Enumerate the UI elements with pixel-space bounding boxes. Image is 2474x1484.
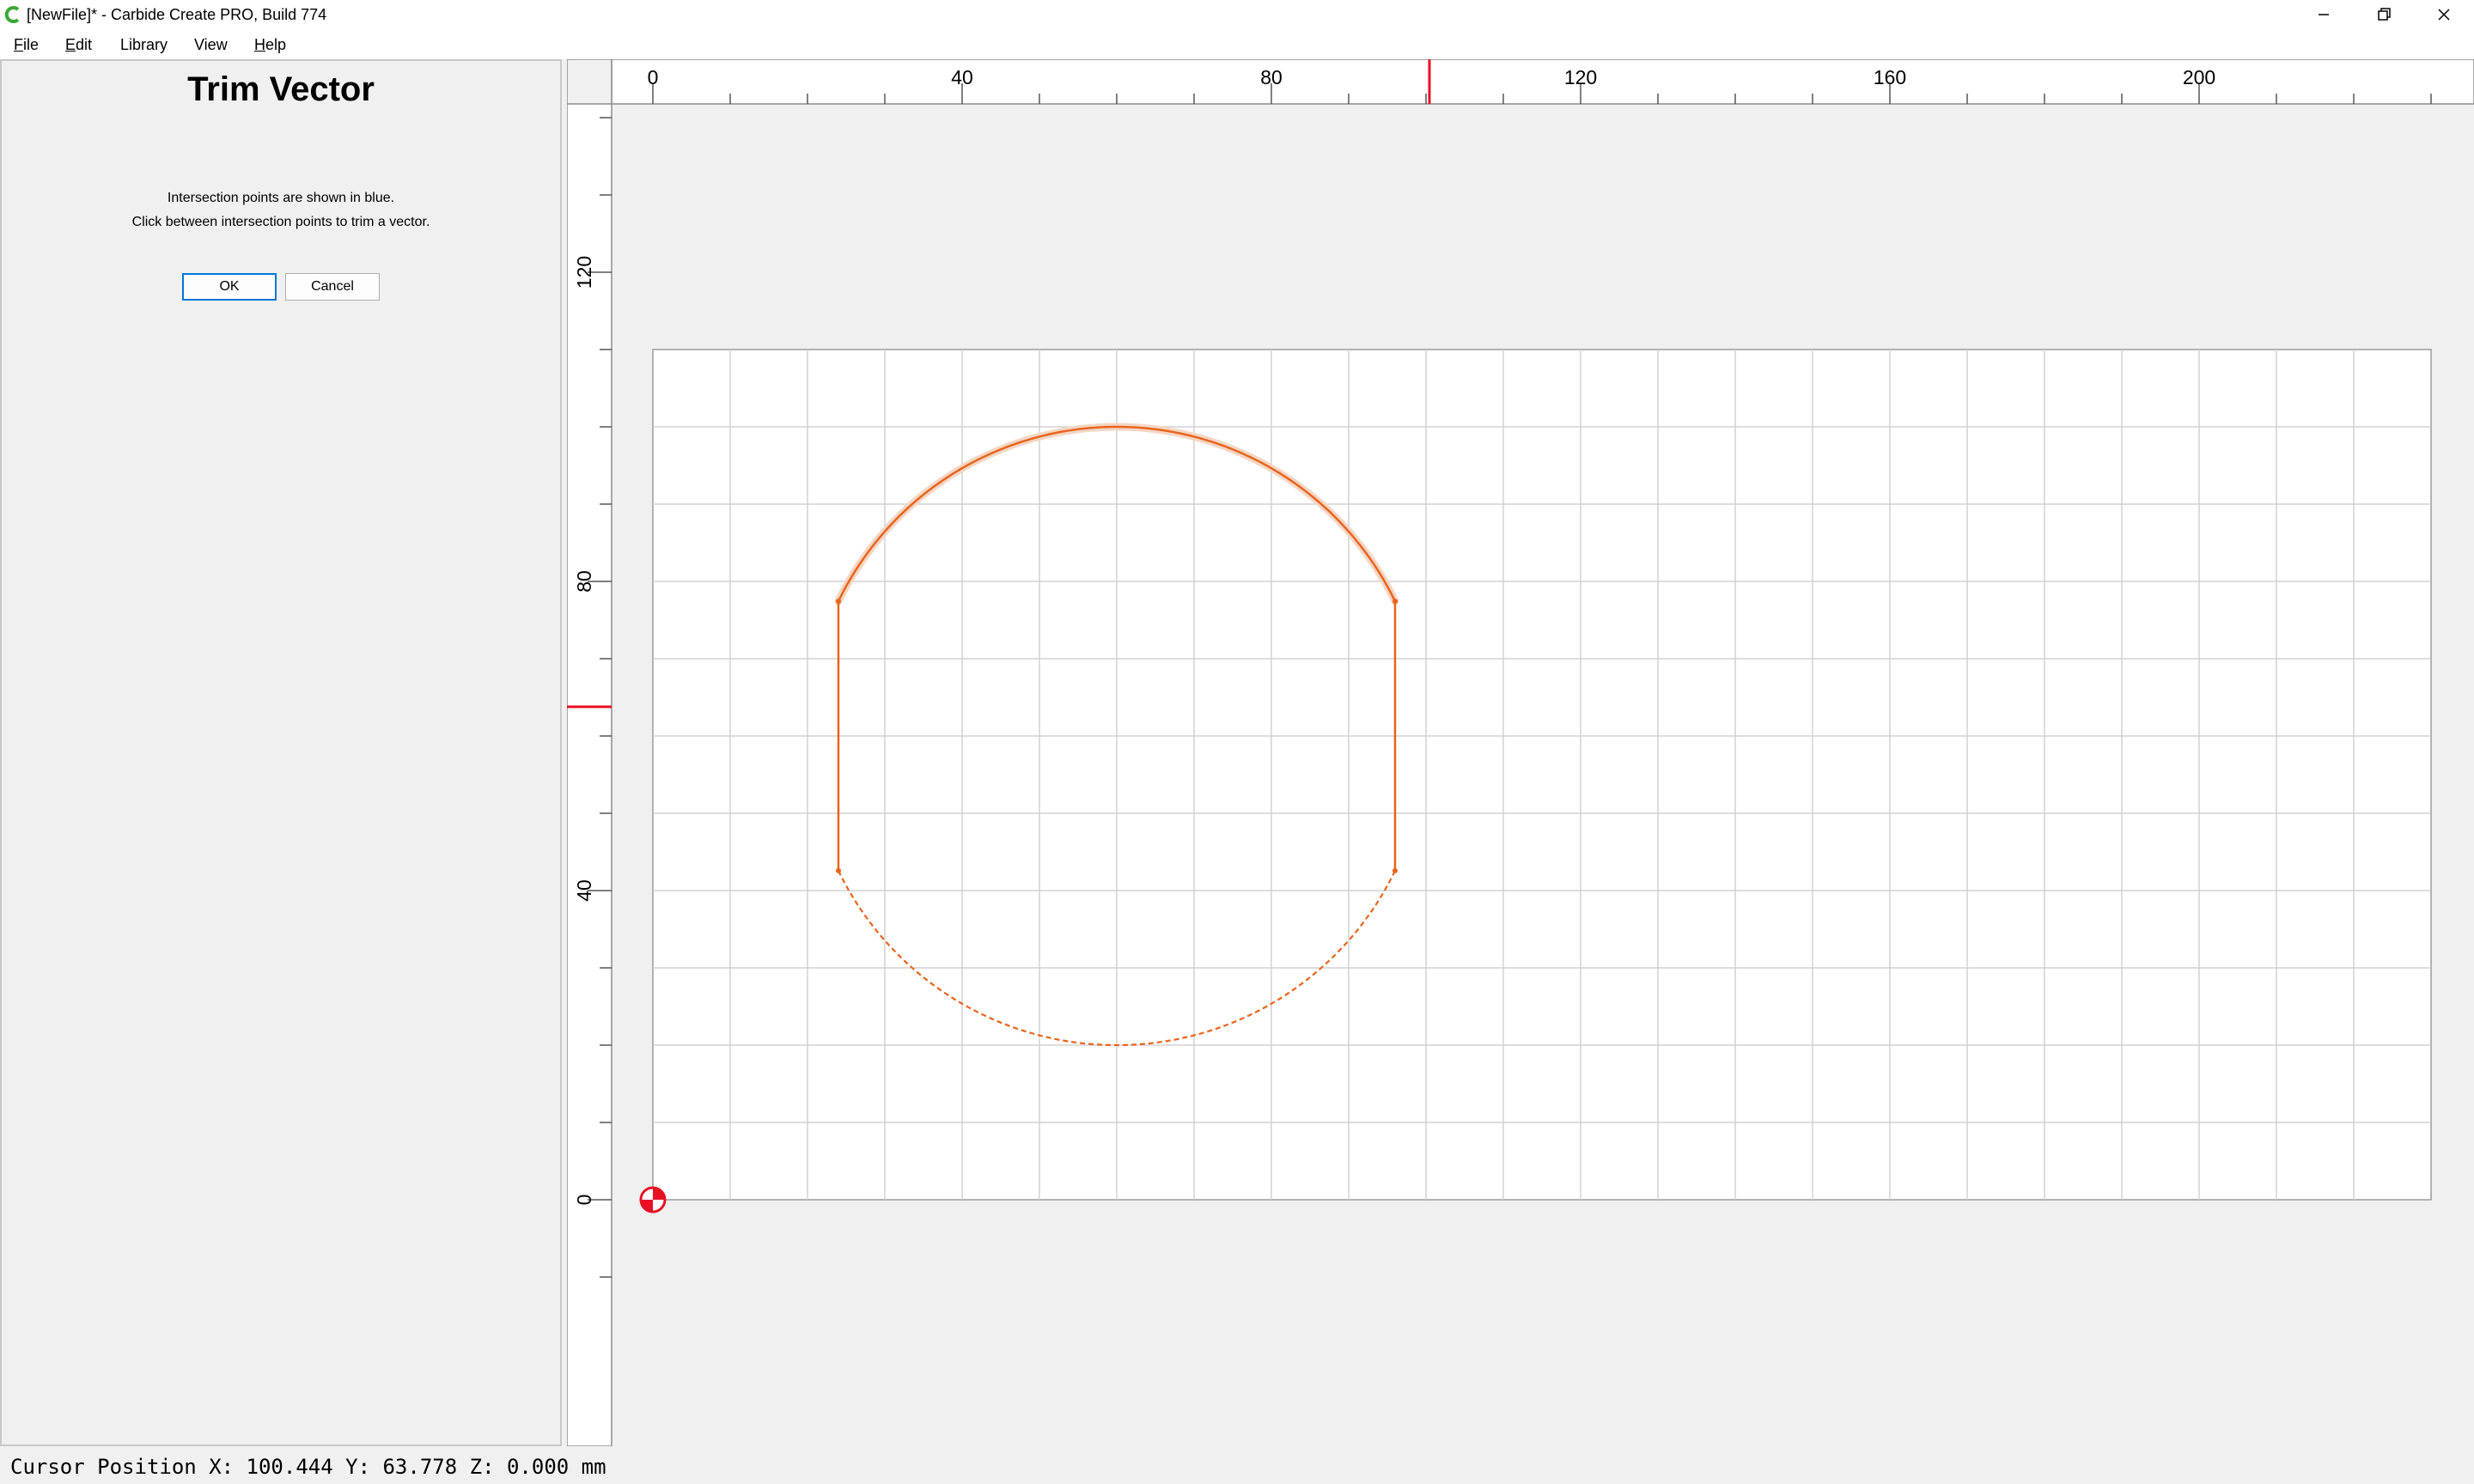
restore-button[interactable]	[2354, 0, 2414, 29]
restore-icon	[2378, 8, 2391, 21]
stock-area[interactable]	[652, 349, 2432, 1201]
ruler-corner	[566, 58, 612, 105]
menu-bar: File Edit Library View Help	[0, 29, 2474, 59]
menu-edit-label: dit	[76, 36, 93, 53]
menu-help-mnemonic: H	[254, 36, 265, 53]
window-title: [NewFile]* - Carbide Create PRO, Build 7…	[27, 6, 327, 23]
grid-layer	[652, 349, 2432, 1201]
panel-title: Trim Vector	[187, 70, 375, 108]
cursor-position-readout: Cursor Position X: 100.444 Y: 63.778 Z: …	[10, 1455, 606, 1479]
menu-view-label: View	[194, 36, 228, 53]
menu-help[interactable]: Help	[254, 34, 286, 55]
menu-file[interactable]: File	[14, 34, 39, 55]
close-icon	[2438, 9, 2450, 21]
title-bar: [NewFile]* - Carbide Create PRO, Build 7…	[0, 0, 2474, 29]
ruler-label: 120	[573, 256, 595, 289]
intersection-point[interactable]	[1392, 599, 1398, 605]
menu-help-label: elp	[265, 36, 287, 53]
intersection-point[interactable]	[836, 867, 841, 873]
menu-edit-mnemonic: E	[65, 36, 76, 53]
origin-marker-icon	[639, 1186, 667, 1213]
ruler-label: 0	[648, 66, 659, 88]
design-canvas[interactable]: 0 40 80 120 160 200 0 40 80 120	[566, 58, 2474, 1447]
ruler-label: 40	[573, 879, 595, 902]
cancel-button[interactable]: Cancel	[285, 273, 380, 301]
minimize-icon	[2319, 14, 2329, 15]
intersection-point[interactable]	[836, 599, 841, 605]
vertical-ruler[interactable]: 0 40 80 120	[566, 58, 612, 1447]
intersection-point[interactable]	[1392, 867, 1398, 873]
ruler-label: 160	[1874, 66, 1906, 88]
instruction-line-2: Click between intersection points to tri…	[131, 215, 430, 229]
menu-file-mnemonic: F	[14, 36, 23, 53]
carbide-create-logo-icon	[4, 6, 20, 23]
menu-file-label: ile	[23, 36, 40, 53]
ruler-label: 40	[951, 66, 973, 88]
menu-edit[interactable]: Edit	[65, 34, 92, 55]
ruler-label: 200	[2183, 66, 2215, 88]
canvas-svg[interactable]: 0 40 80 120 160 200 0 40 80 120	[566, 58, 2474, 1447]
trim-vector-panel	[0, 59, 562, 1446]
ok-button[interactable]: OK	[182, 273, 277, 301]
horizontal-ruler[interactable]: 0 40 80 120 160 200	[566, 58, 2474, 105]
menu-library[interactable]: Library	[120, 34, 168, 55]
status-bar: Cursor Position X: 100.444 Y: 63.778 Z: …	[0, 1450, 2474, 1484]
close-button[interactable]	[2414, 0, 2474, 29]
menu-view[interactable]: View	[194, 34, 228, 55]
ruler-label: 80	[573, 570, 595, 593]
ruler-label: 0	[573, 1195, 595, 1206]
menu-library-label: Library	[120, 36, 168, 53]
instruction-line-1: Intersection points are shown in blue.	[167, 191, 395, 205]
minimize-button[interactable]	[2294, 0, 2354, 29]
ruler-label: 80	[1260, 66, 1283, 88]
ruler-label: 120	[1564, 66, 1597, 88]
